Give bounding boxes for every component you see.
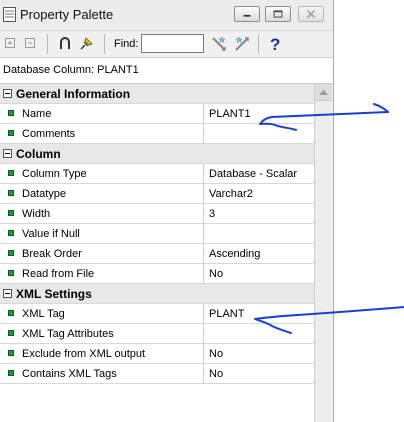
annotation-arrow-xmltag	[254, 306, 404, 334]
handwritten-annotation-strokes	[254, 103, 404, 334]
annotation-arrow-name	[259, 111, 389, 131]
annotation-arrow-name-tip	[373, 103, 389, 113]
